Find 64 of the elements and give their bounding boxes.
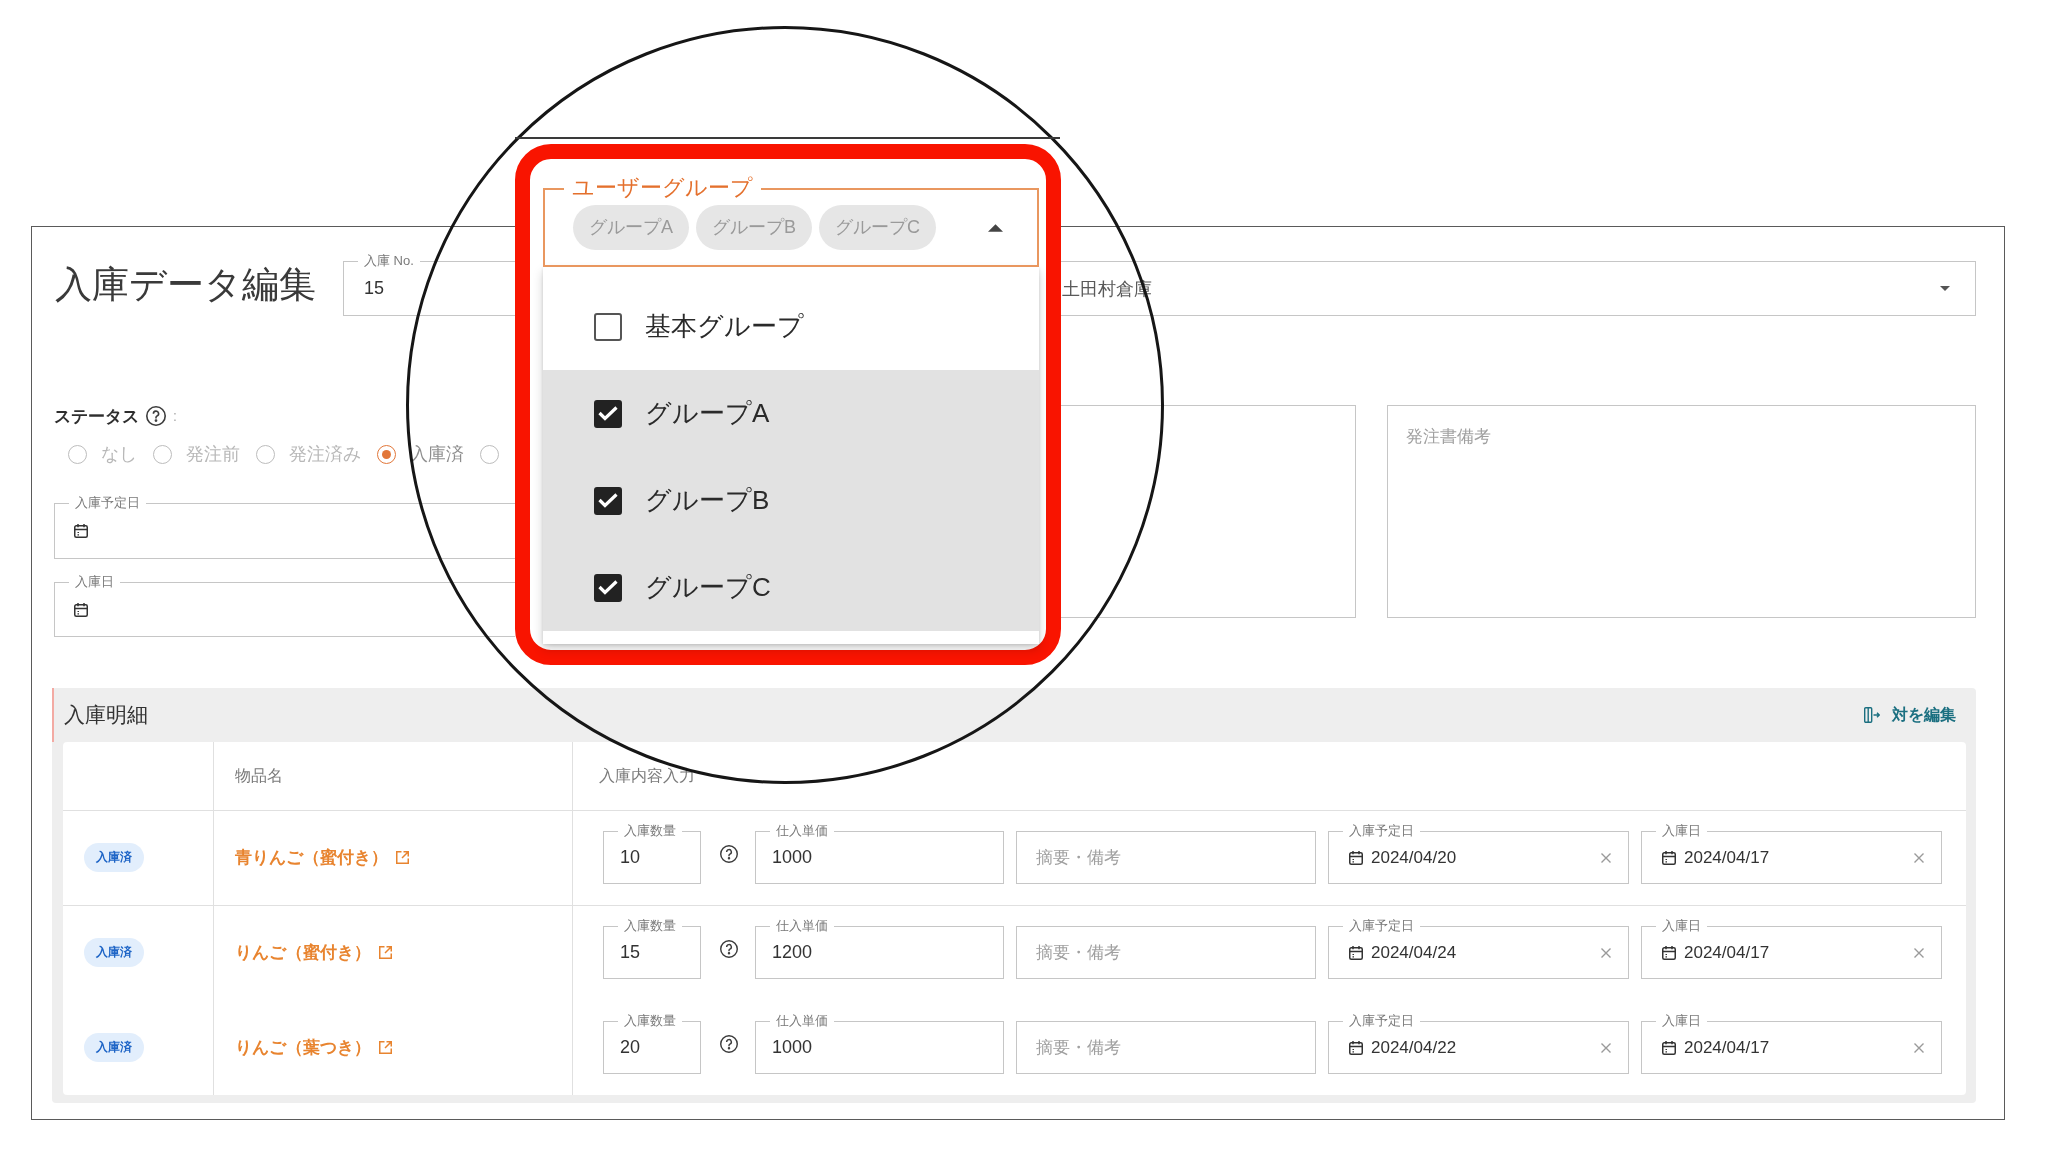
close-icon[interactable] <box>1914 852 1924 863</box>
caret-down-icon <box>1940 286 1950 291</box>
checkbox[interactable] <box>594 399 622 428</box>
scheduled-date-field[interactable]: 入庫予定日 2024/04/20 <box>1328 824 1629 884</box>
check-icon <box>598 493 618 508</box>
status-badge: 入庫済 <box>84 1033 144 1062</box>
section-title: 入庫明細 <box>64 702 148 728</box>
menu-item[interactable]: グループC <box>543 544 1039 631</box>
received-date-field[interactable]: 入庫日 <box>54 575 515 637</box>
page-title: 入庫データ編集 <box>55 263 317 307</box>
calendar-icon <box>1662 1040 1676 1055</box>
status-label: ステータス <box>54 405 139 428</box>
calendar-icon <box>1349 945 1363 960</box>
quantity-field[interactable]: 入庫数量 15 <box>603 919 701 979</box>
checkbox[interactable] <box>594 573 622 602</box>
calendar-icon <box>1349 850 1363 865</box>
status-badge: 入庫済 <box>84 938 144 967</box>
menu-item[interactable]: 基本グループ <box>543 283 1039 370</box>
external-link-icon[interactable] <box>396 851 409 864</box>
note-field[interactable] <box>1061 405 1356 618</box>
close-icon[interactable] <box>1601 852 1611 863</box>
close-icon[interactable] <box>1601 1042 1611 1053</box>
quantity-field[interactable]: 入庫数量 20 <box>603 1014 701 1074</box>
receipt-number-field[interactable]: 入庫 No. 15 <box>343 254 515 316</box>
group-chip: グループB <box>696 205 813 250</box>
calendar-icon <box>1662 850 1676 865</box>
unit-price-field[interactable]: 仕入単価 1000 <box>755 824 1004 884</box>
external-link-icon[interactable] <box>379 1041 392 1054</box>
received-date-field[interactable]: 入庫日 2024/04/17 <box>1641 1014 1942 1074</box>
check-icon <box>598 406 618 421</box>
columns-icon <box>1864 707 1880 723</box>
calendar-icon <box>74 524 88 538</box>
calendar-icon <box>74 602 88 617</box>
scheduled-date-field[interactable]: 入庫予定日 2024/04/22 <box>1328 1014 1629 1074</box>
help-icon[interactable] <box>146 406 166 426</box>
group-chip: グループC <box>819 205 937 250</box>
unit-price-field[interactable]: 仕入単価 1200 <box>755 919 1004 979</box>
close-icon[interactable] <box>1914 947 1924 958</box>
help-icon[interactable] <box>720 845 738 863</box>
calendar-icon <box>1662 945 1676 960</box>
edit-columns-link[interactable]: 対を編集 <box>1864 704 1956 726</box>
column-header: 物品名 <box>235 765 283 786</box>
group-chip: グループA <box>573 205 689 250</box>
unit-price-field[interactable]: 仕入単価 1000 <box>755 1014 1004 1074</box>
menu-item[interactable]: グループB <box>543 457 1039 544</box>
external-link-icon[interactable] <box>379 946 392 959</box>
help-icon[interactable] <box>720 940 738 958</box>
caret-up-icon[interactable] <box>988 223 1003 232</box>
help-icon[interactable] <box>720 1035 738 1053</box>
received-date-field[interactable]: 入庫日 2024/04/17 <box>1641 919 1942 979</box>
label-colon: : <box>173 408 177 424</box>
column-header: 入庫内容入力 <box>599 765 695 786</box>
scheduled-date-field[interactable]: 入庫予定日 <box>54 496 515 559</box>
checkbox[interactable] <box>594 486 622 515</box>
close-icon[interactable] <box>1914 1042 1924 1053</box>
close-icon[interactable] <box>1601 947 1611 958</box>
status-badge: 入庫済 <box>84 843 144 872</box>
menu-item[interactable]: グループA <box>543 370 1039 457</box>
checkbox[interactable] <box>594 312 622 341</box>
scheduled-date-field[interactable]: 入庫予定日 2024/04/24 <box>1328 919 1629 979</box>
check-icon <box>598 580 618 595</box>
received-date-field[interactable]: 入庫日 2024/04/17 <box>1641 824 1942 884</box>
calendar-icon <box>1349 1040 1363 1055</box>
quantity-field[interactable]: 入庫数量 10 <box>603 824 701 884</box>
